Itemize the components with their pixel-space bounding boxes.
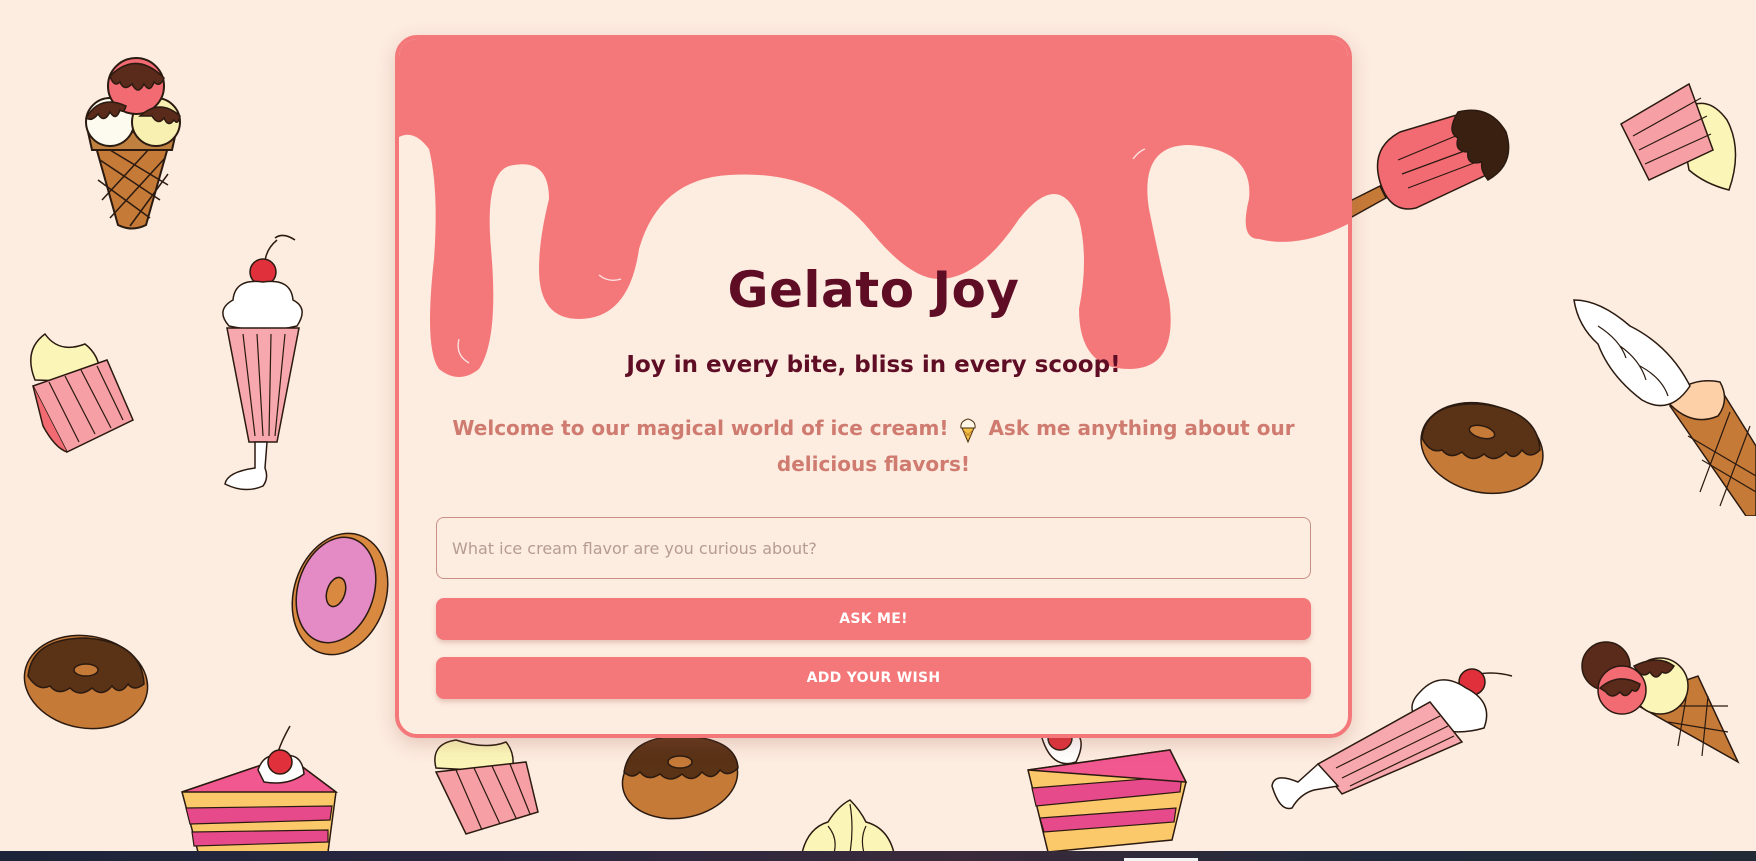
meringue-icon — [801, 799, 895, 851]
taskbar — [0, 851, 1756, 861]
flavor-question-input[interactable] — [436, 517, 1311, 579]
soft-serve-cone-icon — [1573, 299, 1756, 516]
cake-slice-icon — [1027, 724, 1188, 851]
dripping-icing-decoration — [399, 39, 1348, 377]
donut-icon — [621, 735, 739, 820]
cupcake-icon — [434, 739, 539, 835]
donut-icon — [291, 532, 389, 656]
ice-cream-cone-icon — [960, 417, 977, 443]
cake-slice-icon — [181, 725, 338, 851]
welcome-text-start: Welcome to our magical world of ice crea… — [452, 416, 949, 440]
triple-scoop-cone-icon — [1581, 641, 1740, 764]
welcome-message: Welcome to our magical world of ice crea… — [439, 410, 1308, 482]
add-your-wish-button[interactable]: ADD YOUR WISH — [436, 657, 1311, 699]
chat-card: Gelato Joy Joy in every bite, bliss in e… — [395, 35, 1352, 738]
cupcake-icon — [30, 332, 134, 453]
popsicle-icon — [1343, 109, 1510, 218]
donut-icon — [1420, 401, 1544, 495]
cupcake-icon — [1620, 82, 1737, 191]
donut-icon — [23, 634, 149, 730]
milkshake-icon — [222, 234, 303, 491]
app-tagline: Joy in every bite, bliss in every scoop! — [626, 352, 1121, 378]
ask-me-button[interactable]: ASK ME! — [436, 598, 1311, 640]
app-title: Gelato Joy — [727, 261, 1020, 319]
triple-scoop-cone-icon — [84, 57, 181, 230]
